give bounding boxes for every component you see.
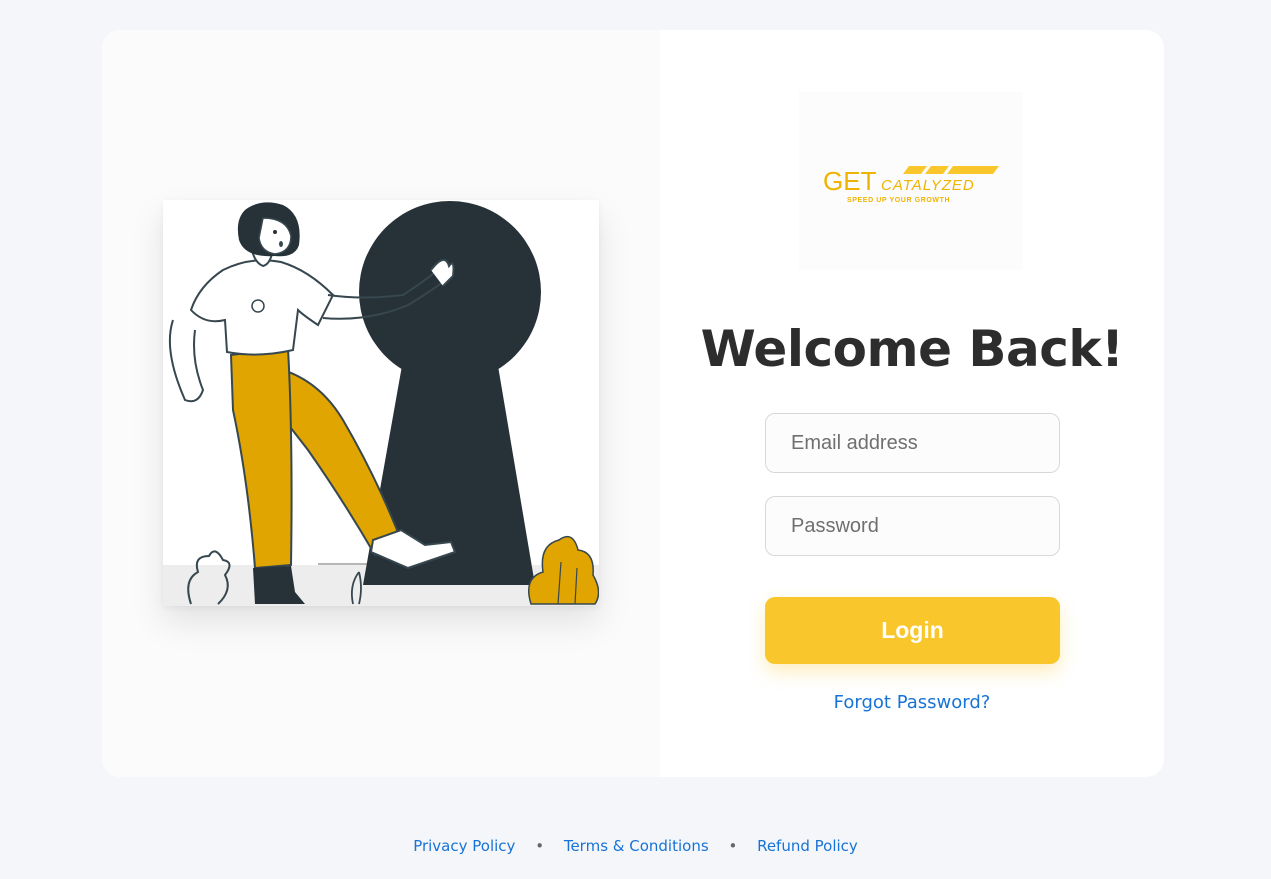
privacy-policy-link[interactable]: Privacy Policy bbox=[413, 837, 515, 855]
footer-separator: • bbox=[535, 837, 545, 855]
forgot-password-link[interactable]: Forgot Password? bbox=[660, 692, 1164, 713]
footer-links: Privacy Policy • Terms & Conditions • Re… bbox=[0, 837, 1271, 855]
refund-policy-link[interactable]: Refund Policy bbox=[757, 837, 858, 855]
terms-conditions-link[interactable]: Terms & Conditions bbox=[564, 837, 709, 855]
logo-tagline: SPEED UP YOUR GROWTH bbox=[847, 197, 950, 204]
illustration-panel bbox=[102, 30, 660, 777]
password-input[interactable] bbox=[765, 496, 1060, 556]
logo-sub-text: CATALYZED bbox=[881, 177, 975, 194]
brand-logo: GET CATALYZED SPEED UP YOUR GROWTH bbox=[799, 92, 1023, 270]
login-panel: GET CATALYZED SPEED UP YOUR GROWTH Welco… bbox=[660, 30, 1164, 777]
footer-separator: • bbox=[728, 837, 738, 855]
login-card: GET CATALYZED SPEED UP YOUR GROWTH Welco… bbox=[102, 30, 1164, 777]
getcatalyzed-logo: GET CATALYZED SPEED UP YOUR GROWTH bbox=[823, 166, 999, 204]
welcome-heading: Welcome Back! bbox=[700, 320, 1124, 378]
logo-main-text: GET bbox=[823, 166, 877, 196]
email-input[interactable] bbox=[765, 413, 1060, 473]
keyhole-illustration bbox=[163, 200, 599, 606]
login-button[interactable]: Login bbox=[765, 597, 1060, 664]
